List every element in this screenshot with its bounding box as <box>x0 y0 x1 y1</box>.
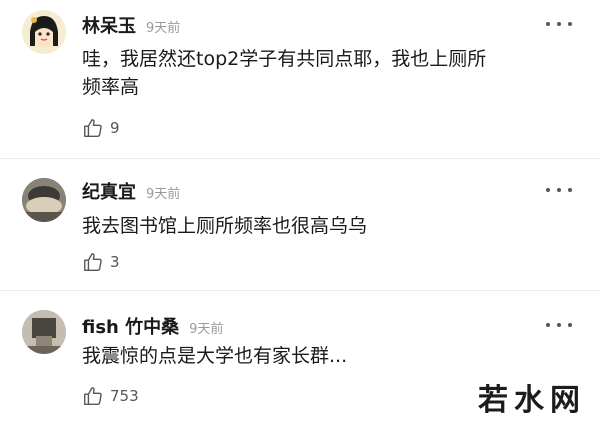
comment-time: 9天前 <box>146 187 181 202</box>
thumbs-up-icon <box>84 253 102 271</box>
dot-icon <box>557 188 561 192</box>
avatar[interactable] <box>22 178 66 222</box>
dot-icon <box>568 188 572 192</box>
comment-text: 哇，我居然还top2学子有共同点耶，我也上厕所 频率高 <box>82 48 487 98</box>
like-button[interactable]: 9 <box>82 117 120 139</box>
thumbs-up-icon <box>84 387 102 405</box>
more-options-button[interactable] <box>546 321 572 329</box>
comment-text: 我震惊的点是大学也有家长群... <box>82 345 348 367</box>
dot-icon <box>557 22 561 26</box>
like-count: 3 <box>110 253 120 271</box>
more-options-button[interactable] <box>546 186 572 194</box>
watermark-logo: 若水网 <box>478 383 586 418</box>
avatar-photo-icon <box>22 310 66 354</box>
author-name-text[interactable]: 纪真宜 <box>82 182 136 203</box>
author-name-text[interactable]: 林呆玉 <box>82 16 136 37</box>
author-name[interactable]: fish 竹中桑 9天前 <box>82 313 223 339</box>
avatar[interactable] <box>22 310 66 354</box>
author-name[interactable]: 林呆玉 9天前 <box>82 12 180 38</box>
dot-icon <box>568 323 572 327</box>
dot-icon <box>546 188 550 192</box>
avatar-girl-icon <box>22 10 66 54</box>
like-button[interactable]: 3 <box>82 251 120 273</box>
comment-time: 9天前 <box>189 322 224 337</box>
dot-icon <box>557 323 561 327</box>
avatar-photo-icon <box>22 178 66 222</box>
like-count: 9 <box>110 119 120 137</box>
divider <box>0 290 600 291</box>
thumbs-up-icon <box>84 119 102 137</box>
avatar[interactable] <box>22 10 66 54</box>
comment-text: 我去图书馆上厕所频率也很高乌乌 <box>82 215 368 237</box>
author-name-text[interactable]: fish 竹中桑 <box>82 317 179 338</box>
author-name[interactable]: 纪真宜 9天前 <box>82 178 180 204</box>
like-count: 753 <box>110 387 139 405</box>
divider <box>0 158 600 159</box>
like-button[interactable]: 753 <box>82 385 139 407</box>
dot-icon <box>546 22 550 26</box>
comment-time: 9天前 <box>146 21 181 36</box>
more-options-button[interactable] <box>546 20 572 28</box>
dot-icon <box>568 22 572 26</box>
dot-icon <box>546 323 550 327</box>
